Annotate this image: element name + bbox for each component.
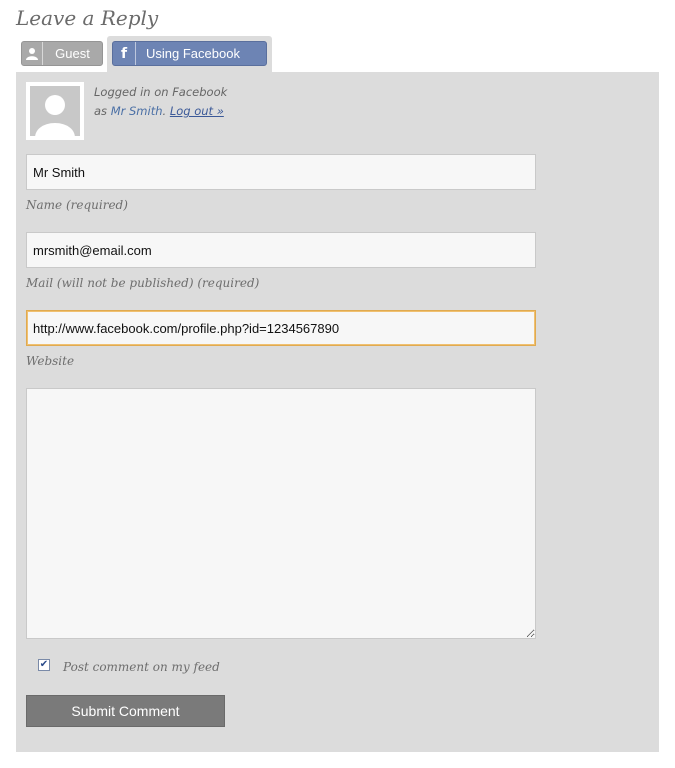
as-label: as	[94, 104, 108, 118]
default-avatar-icon	[30, 86, 80, 136]
tab-guest[interactable]: Guest	[21, 41, 103, 66]
login-status: Logged in on Facebook as Mr Smith. Log o…	[94, 83, 227, 121]
name-caption: Name (required)	[26, 198, 128, 212]
separator: .	[162, 104, 167, 118]
name-field[interactable]	[26, 154, 536, 190]
login-line: Logged in on Facebook	[94, 85, 228, 99]
checkmark-icon: ✔	[39, 659, 49, 670]
post-on-feed-checkbox[interactable]: ✔	[38, 659, 50, 671]
user-name-link[interactable]: Mr Smith	[111, 104, 163, 118]
comment-textarea[interactable]	[26, 388, 536, 639]
mail-caption: Mail (will not be published) (required)	[26, 276, 260, 290]
tab-facebook[interactable]: f Using Facebook	[112, 41, 267, 66]
post-on-feed-label: Post comment on my feed	[63, 660, 220, 674]
tab-facebook-label: Using Facebook	[146, 46, 240, 61]
facebook-f-icon: f	[113, 42, 136, 65]
logout-link[interactable]: Log out »	[170, 104, 224, 118]
email-field[interactable]	[26, 232, 536, 268]
user-silhouette-icon	[22, 42, 43, 65]
avatar	[26, 82, 84, 140]
tab-guest-label: Guest	[55, 46, 90, 61]
reply-heading: Leave a Reply	[16, 6, 159, 30]
submit-comment-button[interactable]: Submit Comment	[26, 695, 225, 727]
website-field[interactable]	[26, 310, 536, 346]
website-caption: Website	[26, 354, 75, 368]
